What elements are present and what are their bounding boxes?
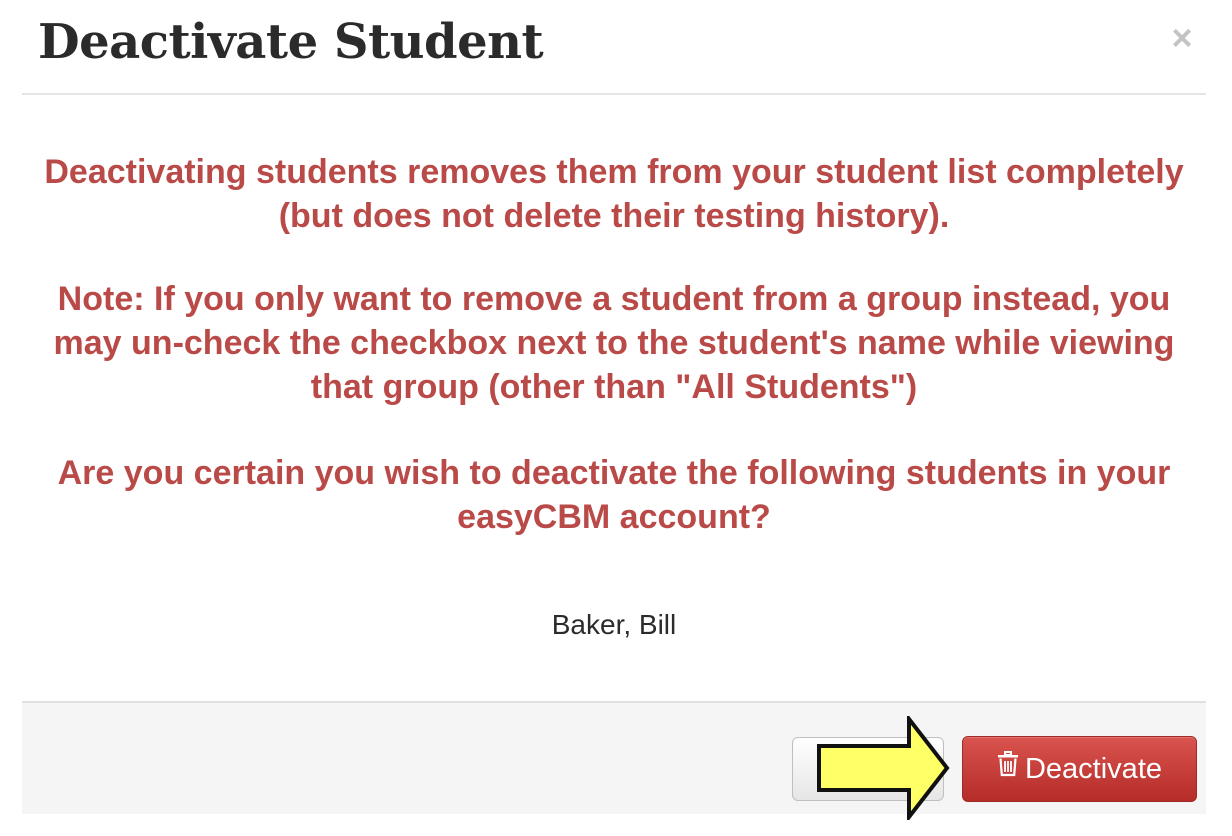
modal-title: Deactivate Student [38, 14, 544, 70]
deactivate-button-label: Deactivate [1024, 753, 1162, 785]
pointer-arrow-icon [817, 716, 950, 820]
modal-footer: Deactivate [22, 701, 1206, 814]
student-list-item: Baker, Bill [551, 609, 677, 640]
modal-body: Deactivating students removes them from … [22, 95, 1206, 701]
modal-header: Deactivate Student × [22, 0, 1206, 95]
warning-message-deactivation: Deactivating students removes them from … [44, 153, 1184, 235]
warning-message-note: Note: If you only want to remove a stude… [53, 280, 1175, 406]
close-icon: × [1171, 17, 1193, 58]
deactivate-button[interactable]: Deactivate [962, 736, 1197, 802]
deactivate-student-modal: Deactivate Student × Deactivating studen… [0, 0, 1232, 836]
confirmation-question: Are you certain you wish to deactivate t… [57, 454, 1171, 536]
close-button[interactable]: × [1168, 18, 1196, 58]
trash-icon [997, 736, 1019, 800]
